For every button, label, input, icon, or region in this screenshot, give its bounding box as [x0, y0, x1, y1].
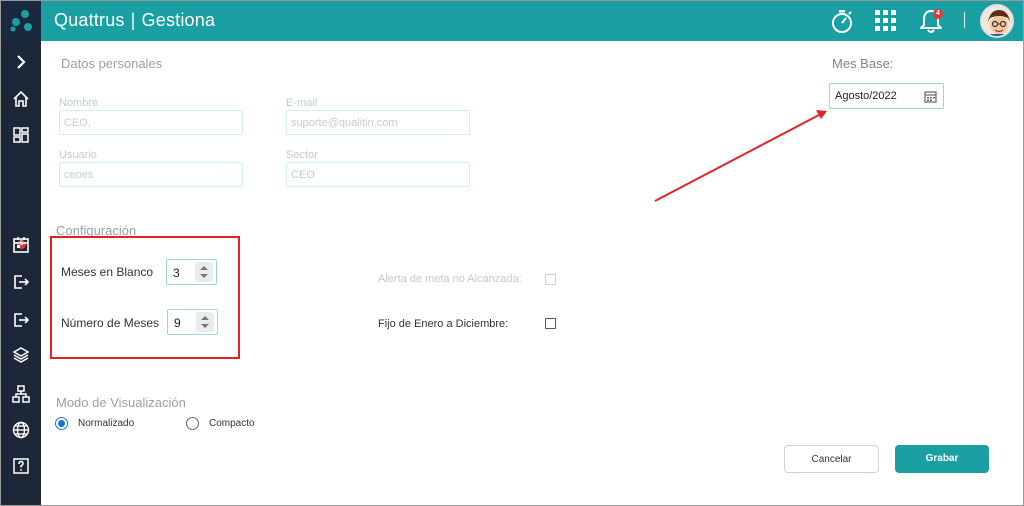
meses-blanco-label: Meses en Blanco: [61, 265, 154, 279]
visual-section-title: Modo de Visualización: [56, 395, 186, 410]
email-label: E-mail: [286, 97, 318, 109]
calendar-icon[interactable]: [924, 90, 937, 103]
personal-section-title: Datos personales: [61, 56, 163, 71]
help-icon[interactable]: [11, 456, 31, 476]
cancel-button[interactable]: Cancelar: [784, 445, 879, 473]
calendar-icon[interactable]: [11, 235, 31, 255]
numero-meses-stepper[interactable]: 9: [167, 309, 218, 335]
hierarchy-icon[interactable]: [11, 384, 31, 404]
fijo-checkbox[interactable]: [545, 318, 556, 329]
top-bar: Quattrus | Gestiona 4: [1, 1, 1023, 41]
numero-meses-label: Número de Meses: [61, 316, 160, 330]
mes-base-label: Mes Base:: [832, 56, 894, 71]
sector-field[interactable]: CEO: [286, 162, 470, 187]
brand-separator: |: [130, 10, 136, 30]
save-button[interactable]: Grabar: [895, 445, 989, 473]
compacto-radio[interactable]: [186, 417, 199, 430]
avatar[interactable]: [980, 4, 1014, 38]
brand-product: Gestiona: [141, 10, 216, 30]
brand-title: Quattrus | Gestiona: [54, 10, 215, 31]
normalizado-label: Normalizado: [78, 418, 135, 429]
alerta-checkbox[interactable]: [545, 274, 556, 285]
fijo-label: Fijo de Enero a Diciembre:: [378, 318, 509, 330]
notification-badge: 4: [933, 9, 943, 19]
dashboard-icon[interactable]: [11, 125, 31, 145]
alerta-label: Alerta de meta no Alcanzada:: [378, 273, 522, 285]
apps-grid-icon[interactable]: [872, 7, 900, 35]
home-icon[interactable]: [11, 89, 31, 109]
meses-blanco-value: 3: [173, 266, 180, 280]
avatar-illustration: [982, 6, 1012, 36]
usuario-label: Usuario: [59, 149, 97, 161]
mes-base-date-field[interactable]: Agosto/2022: [829, 83, 944, 109]
brand-name: Quattrus: [54, 10, 125, 30]
exit-icon[interactable]: [11, 310, 31, 330]
nombre-label: Nombre: [59, 97, 99, 109]
email-field[interactable]: suporte@qualitin.com: [286, 110, 470, 135]
sector-label: Sector: [286, 149, 318, 161]
sidebar: 5: [1, 41, 41, 505]
stopwatch-icon[interactable]: [828, 7, 856, 35]
compacto-label: Compacto: [209, 418, 255, 429]
normalizado-radio[interactable]: [55, 417, 68, 430]
chevron-right-icon[interactable]: [11, 52, 31, 72]
layers-icon[interactable]: [11, 345, 31, 365]
mes-base-value: Agosto/2022: [835, 90, 897, 102]
app-logo[interactable]: [1, 1, 41, 41]
nombre-field[interactable]: CEO,: [59, 110, 243, 135]
stepper-arrows-icon[interactable]: [196, 312, 214, 332]
header-divider: [964, 12, 965, 28]
meses-blanco-stepper[interactable]: 3: [166, 259, 217, 285]
app-window: Quattrus | Gestiona 4 5 Datos personales…: [0, 0, 1024, 506]
highlight-annotation-box: [50, 236, 240, 359]
logout-icon[interactable]: [11, 272, 31, 292]
stepper-arrows-icon[interactable]: [195, 262, 213, 282]
logo-icon: [10, 10, 32, 32]
numero-meses-value: 9: [174, 316, 181, 330]
globe-icon[interactable]: [11, 420, 31, 440]
usuario-field[interactable]: ceoes: [59, 162, 243, 187]
